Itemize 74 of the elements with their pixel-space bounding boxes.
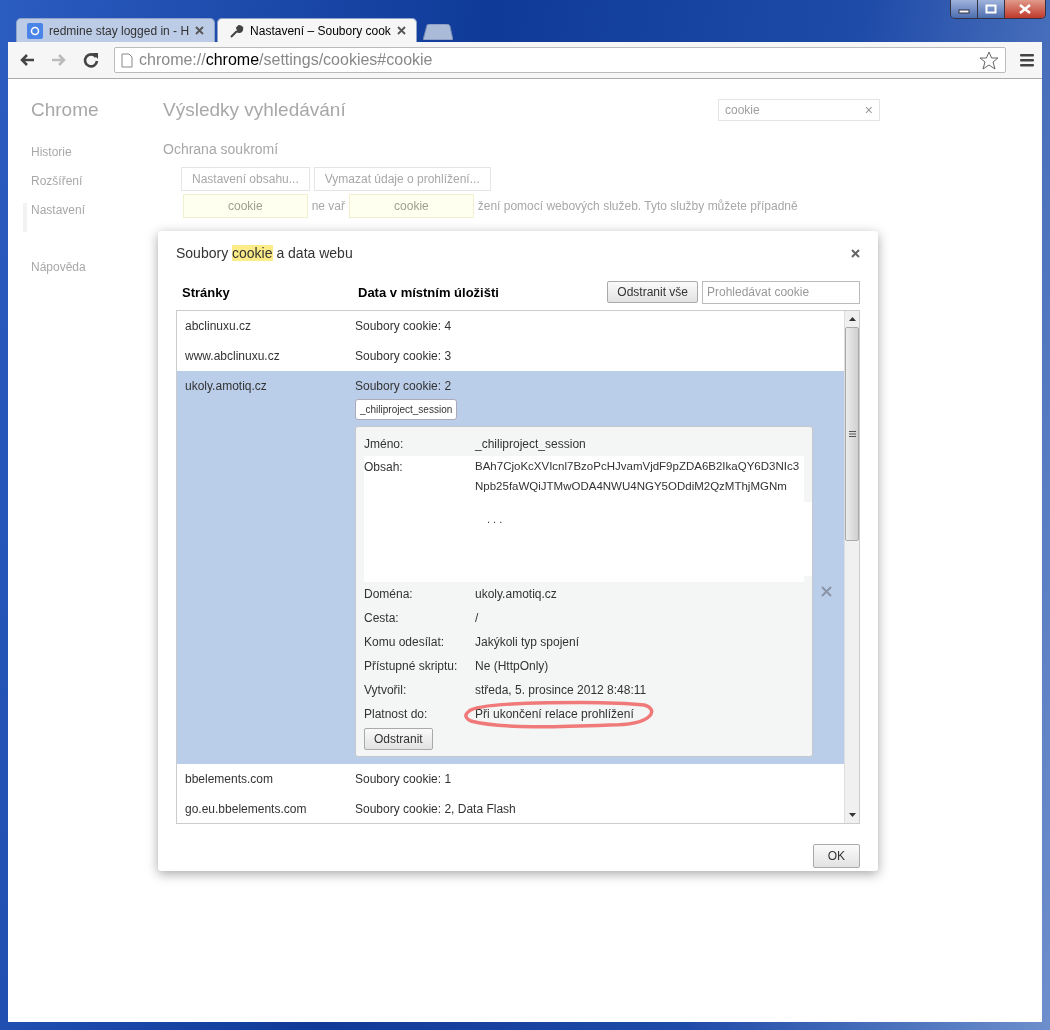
column-header: Data v místním úložišti (357, 284, 500, 300)
browser-tab[interactable]: redmine stay logged in - H (16, 18, 216, 42)
detail-value: Ne (HttpOnly) (475, 659, 549, 673)
minimize-button[interactable] (951, 0, 978, 18)
reload-icon[interactable] (82, 51, 100, 69)
more-dots: . . . (487, 513, 503, 525)
detail-label: Vytvořil: (364, 683, 408, 697)
maximize-icon (985, 4, 997, 14)
storage-summary: Soubory cookie: 1 (355, 772, 453, 786)
scrollbar[interactable] (844, 311, 859, 823)
detail-value: ukoly.amotiq.cz (475, 587, 557, 601)
new-tab-button[interactable] (422, 24, 453, 40)
search-highlight-bubble: cookie (349, 194, 474, 218)
star-icon[interactable] (979, 50, 999, 70)
close-icon[interactable] (851, 248, 860, 258)
site-row[interactable]: bbelements.com Soubory cookie: 1 (177, 764, 844, 794)
close-icon (1018, 4, 1032, 14)
ok-button[interactable]: OK (812, 844, 860, 868)
detail-value: Jakýkoli typ spojení (475, 635, 580, 649)
detail-label: Komu odesílat: (364, 635, 446, 649)
tab-title: Nastavení – Soubory cook (250, 23, 391, 38)
wrench-icon (228, 22, 245, 39)
paragraph-text: žení pomocí webových služeb. Tyto služby můžete případně (476, 199, 799, 213)
page-icon (121, 52, 133, 68)
column-header: Stránky (181, 284, 231, 300)
dialog-title: Soubory cookie a data webu (176, 245, 353, 261)
close-button[interactable] (1005, 0, 1045, 18)
url-text: chrome://chrome/settings/cookies#cookie (139, 51, 434, 69)
storage-summary: Soubory cookie: 2 (355, 379, 453, 393)
detail-value: Při ukončení relace prohlížení (475, 707, 634, 721)
detail-label: Platnost do: (364, 707, 429, 721)
search-highlight-bubble: cookie (183, 194, 308, 218)
detail-label: Cesta: (364, 611, 400, 625)
detail-value: středa, 5. prosince 2012 8:48:11 (475, 683, 647, 697)
detail-label: Přístupné skriptu: (364, 659, 459, 673)
scroll-down-icon[interactable] (848, 813, 856, 817)
page-heading: Výsledky vyhledávání (163, 99, 346, 121)
site-row[interactable]: abclinuxu.cz Soubory cookie: 4 (177, 311, 844, 341)
search-field[interactable]: Prohledávat cookie (702, 280, 860, 304)
site-name: go.eu.bbelements.com (185, 802, 308, 817)
site-name: abclinuxu.cz (185, 319, 253, 334)
storage-summary: Soubory cookie: 4 (355, 319, 453, 333)
sidebar-title: Chrome (31, 99, 100, 121)
site-row[interactable]: go.eu.bbelements.com Soubory cookie: 2, Data Flash (177, 794, 844, 823)
close-icon[interactable] (195, 26, 205, 35)
site-name: ukoly.amotiq.cz (185, 379, 268, 395)
storage-summary: Soubory cookie: 2, Data Flash (355, 802, 517, 816)
remove-button[interactable]: Odstranit (364, 728, 433, 750)
detail-value: BAh7CjoKcXVIcnl7BzoPcHJvamVjdF9pZDA6B2IkaQY6D3NIc3 (475, 460, 801, 474)
detail-value: _chiliproject_session (475, 437, 586, 451)
detail-label: Jméno: (364, 437, 405, 451)
scroll-up-icon[interactable] (848, 317, 856, 321)
remove-all-button[interactable]: Odstranit vše (607, 281, 698, 303)
favicon-icon (27, 22, 43, 39)
site-name: bbelements.com (185, 772, 275, 787)
detail-value: / (475, 611, 479, 625)
menu-icon[interactable] (1020, 53, 1034, 67)
detail-label: Obsah: (364, 460, 404, 474)
detail-label: Doména: (364, 587, 414, 601)
section-title: Ochrana soukromí (163, 141, 280, 157)
site-name: www.abclinuxu.cz (185, 349, 281, 364)
site-row[interactable] (177, 371, 844, 764)
browser-tab[interactable]: Nastavení – Soubory cook (217, 18, 417, 42)
detail-value: Npb25faWQiJTMwODA4NWU4NGY5ODdiM2QzMThjMGNm (475, 480, 788, 494)
site-row[interactable]: www.abclinuxu.cz Soubory cookie: 3 (177, 341, 844, 371)
back-icon[interactable] (18, 52, 36, 68)
address-bar[interactable]: chrome://chrome/settings/cookies#cookie (114, 47, 1006, 73)
paragraph-text: ne vař (310, 199, 347, 213)
tab-title: redmine stay logged in - H (49, 23, 190, 38)
grip-icon (848, 431, 856, 437)
maximize-button[interactable] (978, 0, 1005, 18)
storage-summary: Soubory cookie: 3 (355, 349, 453, 363)
cookie-chip[interactable]: _chiliproject_session (355, 399, 458, 420)
close-icon[interactable] (396, 26, 406, 35)
